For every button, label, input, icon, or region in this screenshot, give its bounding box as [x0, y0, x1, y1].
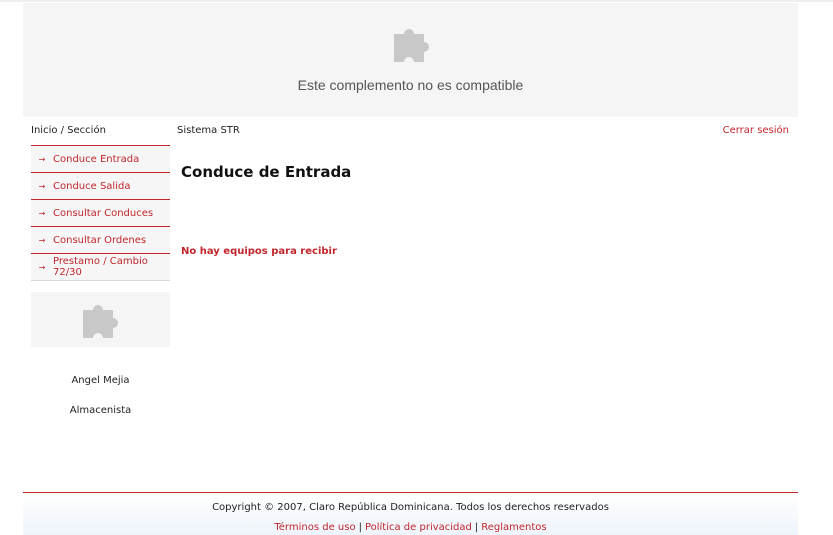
terms-link[interactable]: Términos de uso	[274, 522, 355, 533]
sidebar-item-label: Consultar Ordenes	[53, 234, 147, 246]
plugin-placeholder-banner: Este complemento no es compatible	[23, 3, 798, 117]
sidebar-item-conduce-salida[interactable]: → Conduce Salida	[31, 172, 170, 199]
arrow-right-icon: →	[38, 262, 46, 272]
arrow-right-icon: →	[38, 181, 46, 191]
arrow-right-icon: →	[38, 208, 46, 218]
arrow-right-icon: →	[38, 235, 46, 245]
user-role: Almacenista	[69, 405, 132, 416]
puzzle-piece-icon	[394, 29, 429, 62]
arrow-right-icon: →	[38, 154, 46, 164]
system-name: Sistema STR	[177, 125, 240, 136]
regulations-link[interactable]: Reglamentos	[481, 522, 546, 533]
sidebar-item-label: Conduce Salida	[53, 180, 131, 192]
puzzle-piece-icon	[83, 305, 118, 338]
copyright-text: Copyright © 2007, Claro República Domini…	[212, 502, 609, 513]
sidebar-item-consultar-ordenes[interactable]: → Consultar Ordenes	[31, 226, 170, 253]
plugin-unsupported-message: Este complemento no es compatible	[297, 77, 524, 93]
link-separator: |	[474, 522, 479, 533]
sidebar-item-label: Conduce Entrada	[53, 153, 140, 165]
sidebar-item-prestamo-cambio[interactable]: → Prestamo / Cambio 72/30	[31, 253, 170, 281]
sidebar-item-label: Consultar Conduces	[53, 207, 154, 219]
footer-links: Términos de uso | Política de privacidad | R…	[23, 522, 798, 533]
user-name: Angel Mejia	[71, 375, 130, 386]
empty-state-message: No hay equipos para recibir	[181, 246, 337, 257]
sidebar-item-consultar-conduces[interactable]: → Consultar Conduces	[31, 199, 170, 226]
sidebar-item-label: Prestamo / Cambio 72/30	[53, 256, 148, 278]
sidebar-plugin-placeholder	[31, 292, 170, 347]
footer: Copyright © 2007, Claro República Domini…	[23, 492, 798, 535]
link-separator: |	[358, 522, 362, 533]
logout-link[interactable]: Cerrar sesión	[723, 125, 789, 136]
sidebar-menu: → Conduce Entrada → Conduce Salida → Con…	[31, 145, 170, 281]
sidebar-item-conduce-entrada[interactable]: → Conduce Entrada	[31, 145, 170, 172]
privacy-link[interactable]: Política de privacidad	[365, 522, 472, 533]
page-title: Conduce de Entrada	[181, 163, 352, 181]
top-border	[0, 0, 833, 2]
breadcrumb: Inicio / Sección	[31, 125, 106, 136]
